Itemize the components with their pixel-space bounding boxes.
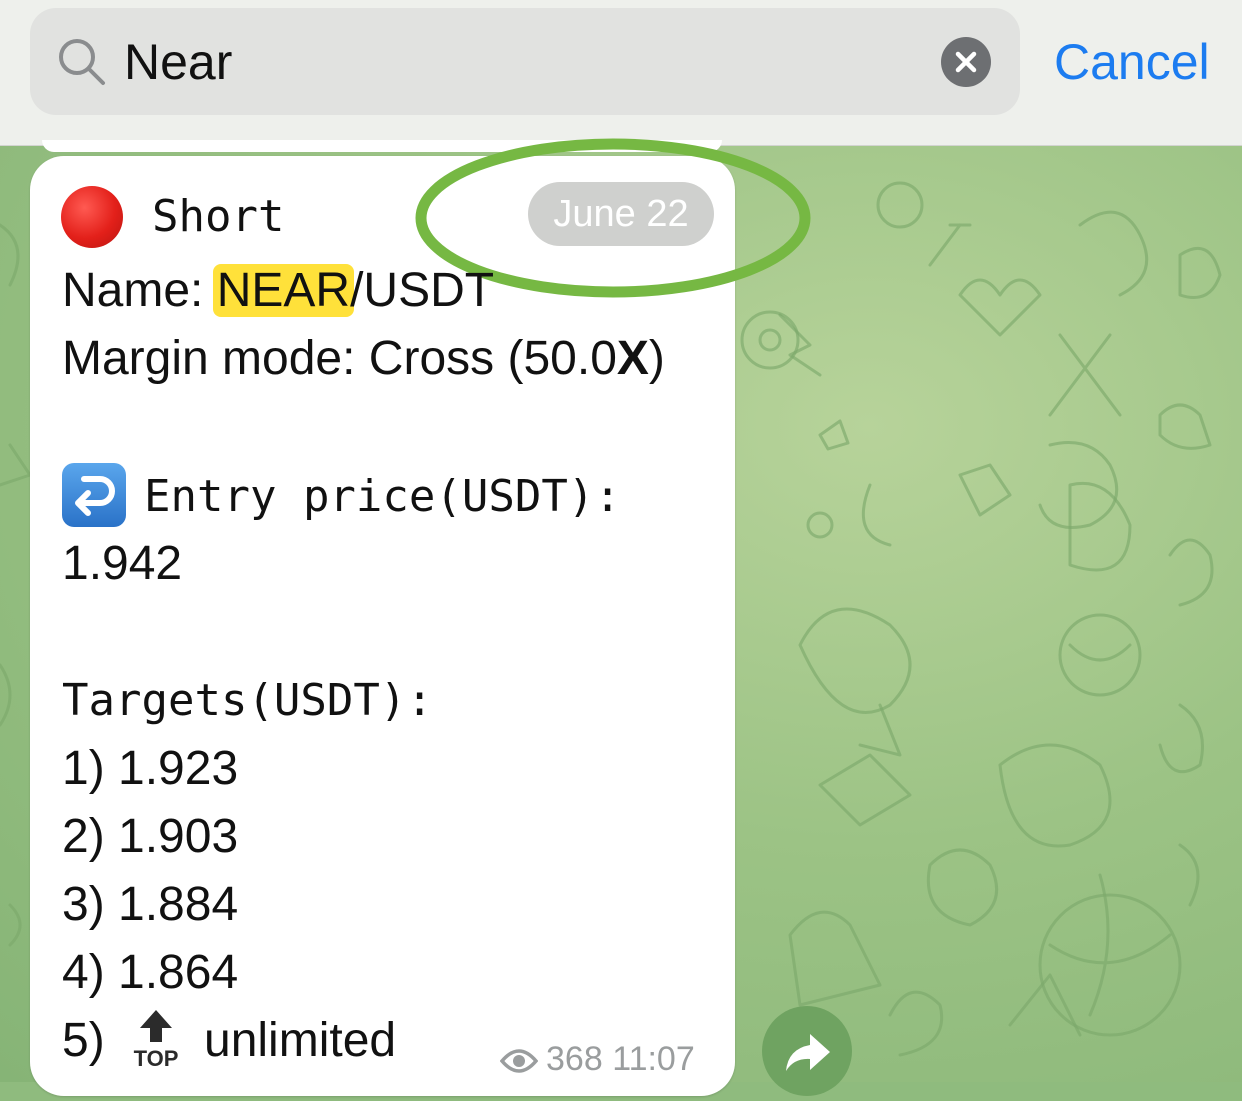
views-eye-icon bbox=[500, 1049, 538, 1073]
search-icon bbox=[59, 39, 105, 85]
targets-label: Targets(USDT): bbox=[62, 675, 433, 726]
entry-price-label: Entry price(USDT): bbox=[144, 471, 621, 522]
margin-close: ) bbox=[648, 332, 665, 385]
target-3: 3) 1.884 bbox=[62, 878, 239, 931]
message-time: 11:07 bbox=[612, 1040, 695, 1078]
direction-label: Short bbox=[152, 191, 285, 242]
top-icon-text: TOP bbox=[134, 1046, 179, 1070]
target-1: 1) 1.923 bbox=[62, 742, 239, 795]
pair-name-line: Name: NEAR/USDT bbox=[62, 262, 494, 320]
margin-mode-line: Margin mode: Cross (50.0X) bbox=[62, 330, 665, 388]
cancel-button[interactable]: Cancel bbox=[1054, 32, 1210, 92]
forward-button[interactable] bbox=[762, 1006, 852, 1096]
share-arrow-icon bbox=[786, 1034, 830, 1071]
target-2: 2) 1.903 bbox=[62, 810, 239, 863]
search-input[interactable]: Near bbox=[30, 8, 1020, 115]
margin-mode-text: Margin mode: Cross (50.0 bbox=[62, 332, 617, 385]
search-header: Near Cancel bbox=[0, 0, 1242, 146]
search-query: Near bbox=[124, 34, 233, 90]
message-meta: 368 11:07 bbox=[500, 1040, 695, 1079]
view-count: 368 bbox=[546, 1040, 603, 1078]
margin-x: X bbox=[616, 332, 649, 385]
top-arrow-icon: TOP bbox=[134, 1010, 179, 1070]
return-arrow-icon bbox=[62, 463, 126, 527]
target-5-value: unlimited bbox=[204, 1014, 397, 1067]
pair-quote: /USDT bbox=[350, 264, 495, 317]
clear-search-icon[interactable] bbox=[941, 37, 991, 87]
red-circle-icon bbox=[61, 186, 123, 248]
target-5-prefix: 5) bbox=[62, 1014, 105, 1067]
target-4: 4) 1.864 bbox=[62, 946, 239, 999]
entry-price-value: 1.942 bbox=[62, 537, 183, 590]
search-match-highlight: NEAR bbox=[212, 264, 355, 317]
name-label: Name: bbox=[62, 264, 217, 317]
